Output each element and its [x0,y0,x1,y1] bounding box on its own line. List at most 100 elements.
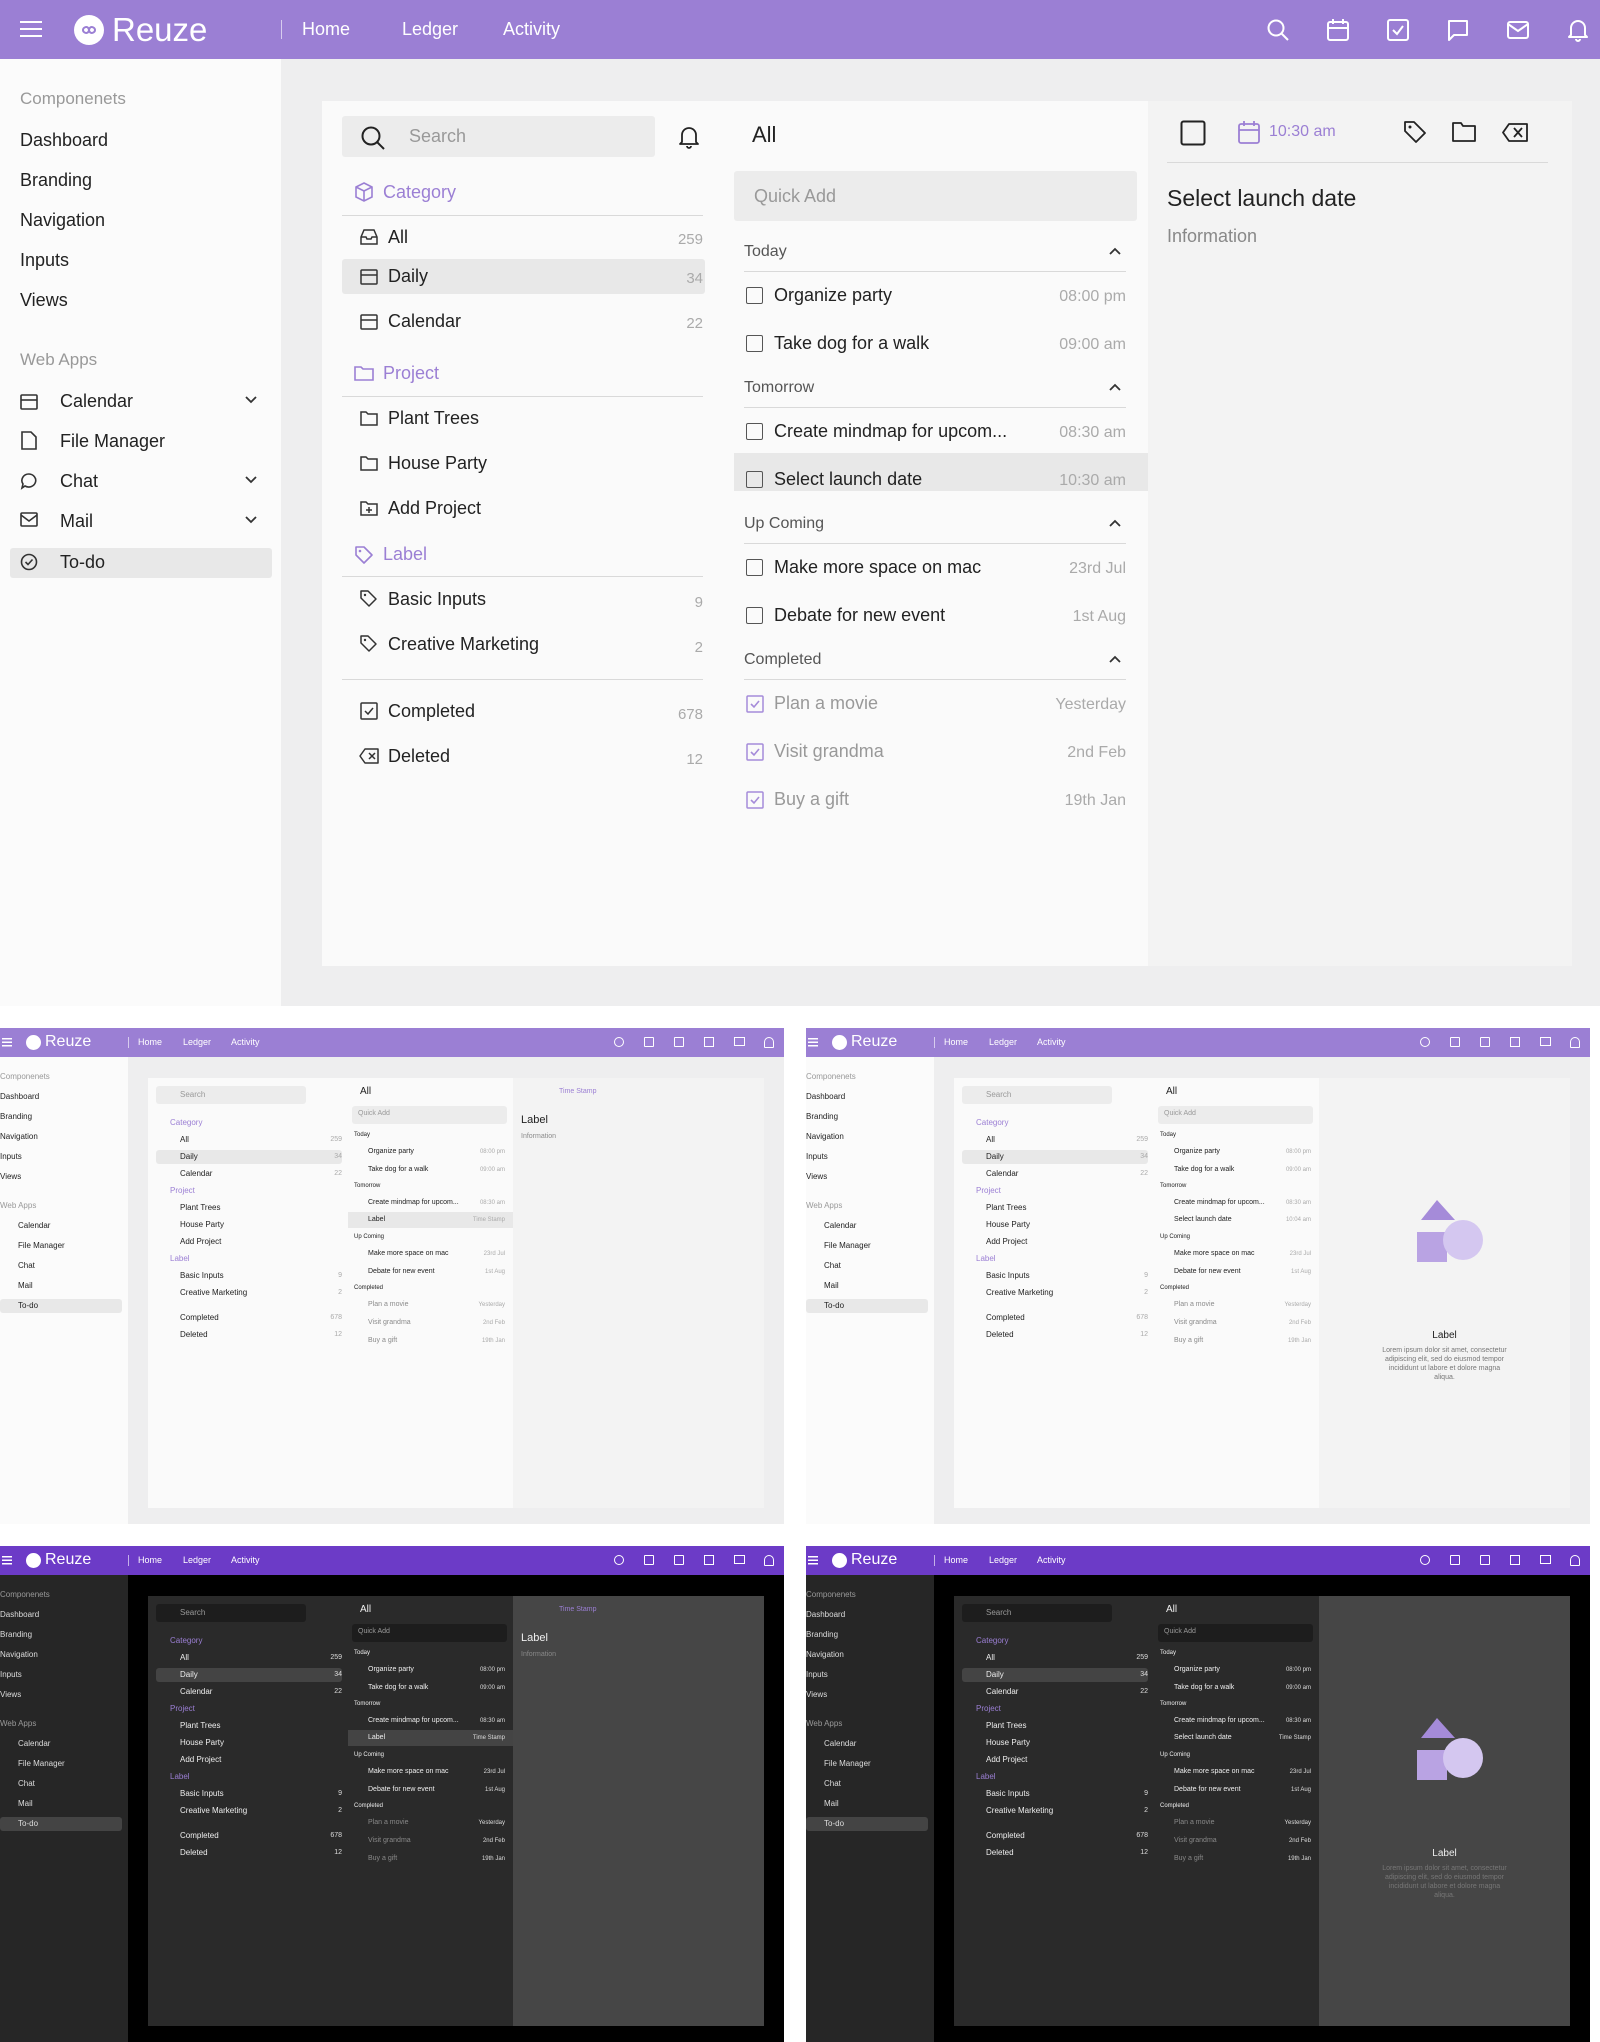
filter-completed[interactable]: Completed [180,1831,219,1840]
chat-icon[interactable] [1510,1037,1520,1047]
sidebar-item-branding[interactable]: Branding [0,1630,32,1639]
calendar-icon[interactable] [1450,1037,1460,1047]
sidebar-item-branding[interactable]: Branding [806,1630,838,1639]
group-tomorrow[interactable]: Tomorrow [354,1183,380,1189]
folder-icon[interactable] [1452,122,1476,142]
group-completed[interactable]: Completed [354,1803,383,1809]
group-upcoming[interactable]: Up Coming [744,515,824,533]
nav-ledger[interactable]: Ledger [183,1555,211,1565]
filter-all[interactable]: All [986,1135,995,1144]
menu-icon[interactable] [808,1556,818,1565]
project-plant-trees[interactable]: Plant Trees [180,1721,220,1730]
sidebar-item-file-manager[interactable]: File Manager [18,1759,65,1768]
sidebar-item-file-manager[interactable]: File Manager [824,1241,871,1250]
filter-calendar[interactable]: Calendar [180,1687,212,1696]
task-title[interactable]: Organize party [774,285,892,306]
filter-deleted[interactable]: Deleted [180,1848,208,1857]
bell-icon[interactable] [1566,17,1590,43]
checkbox-icon[interactable] [1180,120,1206,146]
menu-icon[interactable] [808,1038,818,1047]
chevron-down-icon[interactable] [244,515,258,525]
group-upcoming[interactable]: Up Coming [354,1752,384,1758]
label-basic-inputs[interactable]: Basic Inputs [986,1271,1030,1280]
sidebar-item-dashboard[interactable]: Dashboard [20,130,108,151]
task-title[interactable]: Visit grandma [368,1319,411,1326]
label-creative-marketing[interactable]: Creative Marketing [180,1288,247,1297]
group-today[interactable]: Today [744,243,787,261]
filter-daily[interactable]: Daily [388,266,428,287]
label-basic-inputs[interactable]: Basic Inputs [180,1271,224,1280]
task-title[interactable]: Organize party [1174,1666,1220,1673]
menu-icon[interactable] [2,1038,12,1047]
search-input[interactable] [962,1604,1112,1622]
task-title[interactable]: Plan a movie [774,693,878,714]
checkbox-icon[interactable] [1480,1037,1490,1047]
detail-time[interactable]: Time Stamp [559,1088,596,1095]
label-basic-inputs[interactable]: Basic Inputs [388,589,486,610]
filter-all[interactable]: All [388,227,408,248]
project-plant-trees[interactable]: Plant Trees [986,1203,1026,1212]
sidebar-item-chat[interactable]: Chat [60,471,98,492]
search-icon[interactable] [1420,1555,1430,1565]
sidebar-item-todo[interactable]: To-do [824,1301,844,1310]
group-tomorrow[interactable]: Tomorrow [1160,1701,1186,1707]
filter-completed[interactable]: Completed [388,701,475,722]
task-title[interactable]: Debate for new event [774,605,945,626]
project-house-party[interactable]: House Party [180,1220,224,1229]
sidebar-item-todo-active[interactable] [10,548,272,578]
sidebar-item-todo[interactable]: To-do [18,1301,38,1310]
nav-ledger[interactable]: Ledger [989,1037,1017,1047]
checkbox-icon[interactable] [1386,18,1410,42]
add-project-button[interactable]: Add Project [180,1237,221,1246]
sidebar-item-mail[interactable]: Mail [824,1799,839,1808]
filter-deleted[interactable]: Deleted [986,1330,1014,1339]
calendar-icon[interactable] [1238,120,1260,144]
task-checkbox[interactable] [746,559,763,576]
filter-calendar[interactable]: Calendar [180,1169,212,1178]
task-title[interactable]: Debate for new event [368,1786,435,1793]
sidebar-item-navigation[interactable]: Navigation [20,210,105,231]
sidebar-item-chat[interactable]: Chat [824,1779,841,1788]
search-icon[interactable] [614,1555,624,1565]
task-checkbox[interactable] [746,287,763,304]
sidebar-item-mail[interactable]: Mail [18,1281,33,1290]
search-icon[interactable] [614,1037,624,1047]
group-upcoming[interactable]: Up Coming [354,1234,384,1240]
sidebar-item-inputs[interactable]: Inputs [0,1670,22,1679]
detail-info[interactable]: Information [1167,226,1257,247]
bell-icon[interactable] [764,1555,774,1566]
nav-ledger[interactable]: Ledger [989,1555,1017,1565]
filter-all[interactable]: All [180,1135,189,1144]
search-input[interactable] [156,1086,306,1104]
filter-daily[interactable]: Daily [986,1152,1004,1161]
filter-calendar[interactable]: Calendar [388,311,461,332]
checkbox-icon[interactable] [674,1555,684,1565]
chevron-down-icon[interactable] [244,395,258,405]
task-title[interactable]: Plan a movie [368,1301,408,1308]
task-title[interactable]: Take dog for a walk [774,333,929,354]
sidebar-item-dashboard[interactable]: Dashboard [806,1092,845,1101]
sidebar-item-inputs[interactable]: Inputs [806,1670,828,1679]
detail-info[interactable]: Information [521,1133,556,1140]
mail-icon[interactable] [1506,18,1530,42]
filter-all[interactable]: All [986,1653,995,1662]
checkbox-icon[interactable] [1480,1555,1490,1565]
project-house-party[interactable]: House Party [986,1220,1030,1229]
task-checkbox[interactable] [746,423,763,440]
group-today[interactable]: Today [1160,1132,1176,1138]
group-tomorrow[interactable]: Tomorrow [354,1701,380,1707]
sidebar-item-views[interactable]: Views [20,290,68,311]
task-title[interactable]: Make more space on mac [368,1250,449,1257]
sidebar-item-views[interactable]: Views [0,1690,21,1699]
sidebar-item-branding[interactable]: Branding [0,1112,32,1121]
mail-icon[interactable] [734,1555,745,1564]
chevron-up-icon[interactable] [1108,654,1122,664]
sidebar-item-file-manager[interactable]: File Manager [60,431,165,452]
filter-calendar[interactable]: Calendar [986,1169,1018,1178]
task-title[interactable]: Plan a movie [1174,1819,1214,1826]
calendar-icon[interactable] [644,1037,654,1047]
search-input[interactable] [342,116,655,157]
bell-icon[interactable] [764,1037,774,1048]
menu-icon[interactable] [2,1556,12,1565]
group-upcoming[interactable]: Up Coming [1160,1234,1190,1240]
